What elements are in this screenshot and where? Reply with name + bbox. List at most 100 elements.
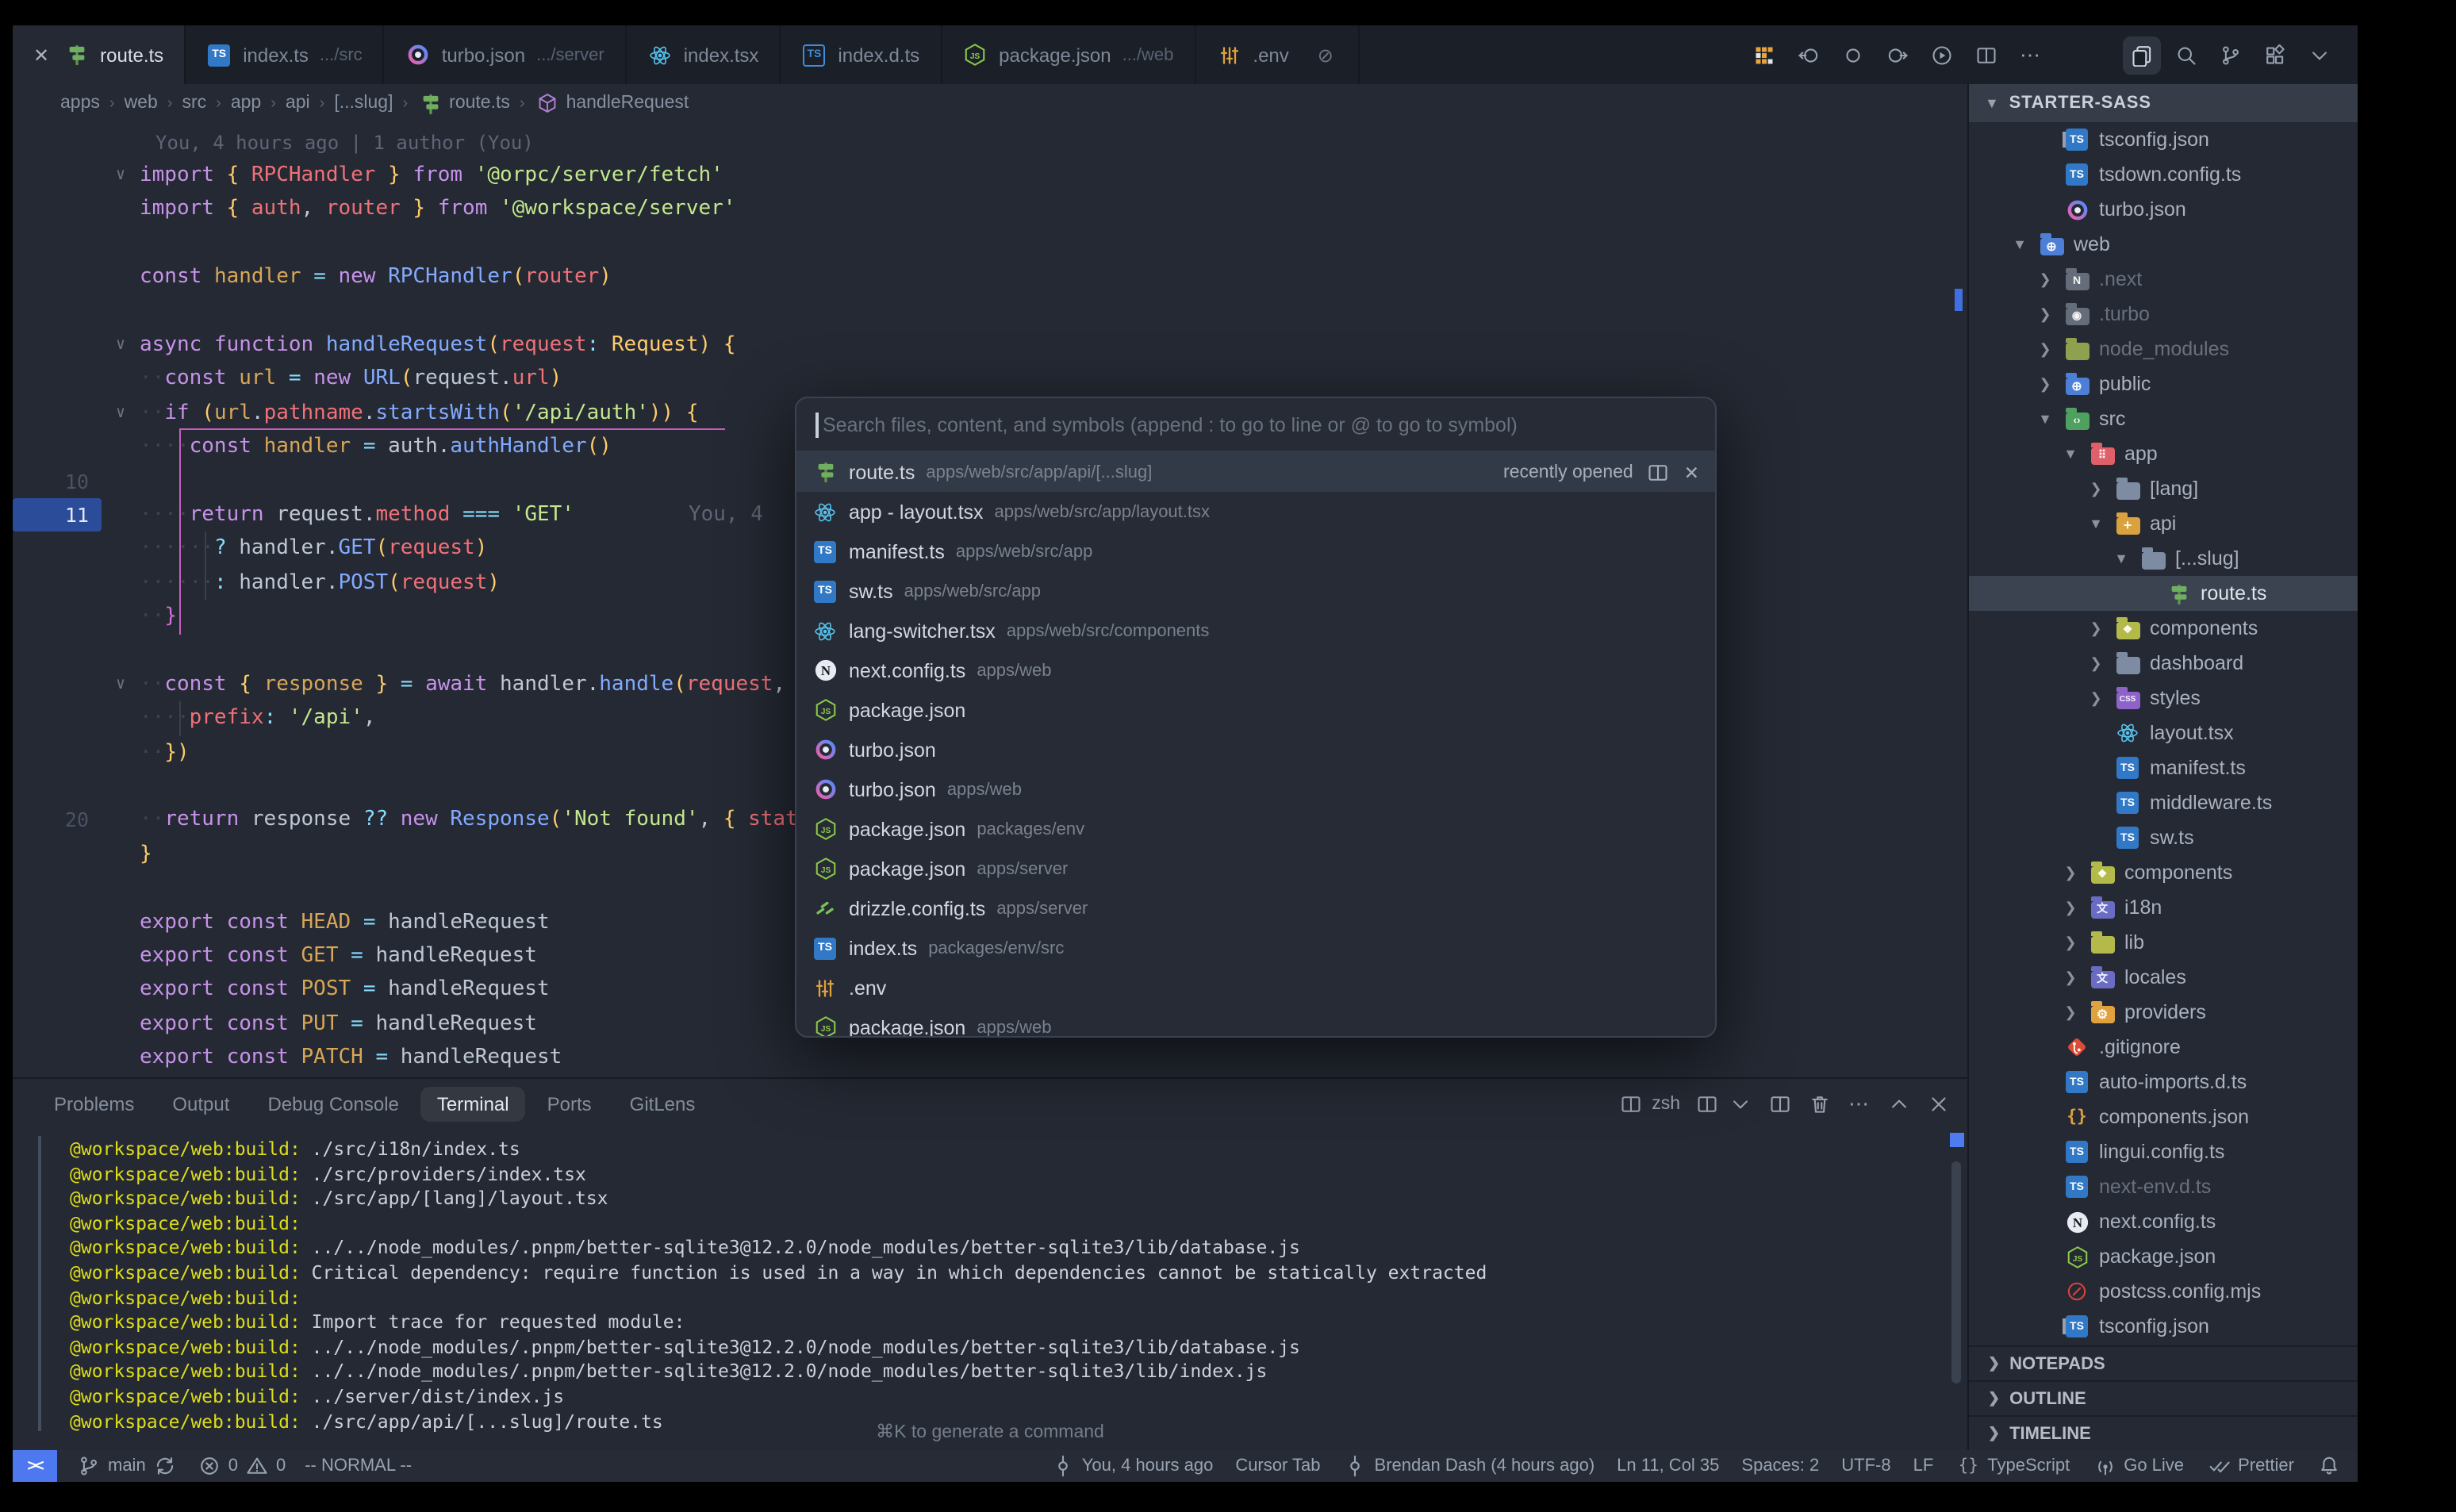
activity-source-control-button[interactable]	[2212, 36, 2250, 74]
grid-orange-button[interactable]	[1745, 36, 1783, 74]
code-line[interactable]: ∨async function handleRequest(request: R…	[13, 328, 1967, 363]
tab-index.tsx[interactable]: index.tsx	[627, 25, 781, 84]
close-panel-button[interactable]	[1926, 1092, 1951, 1117]
tree-item-providers[interactable]: ❯⚙providers	[1969, 995, 2358, 1030]
tree-item-[...slug][interactable]: ▼[...slug]	[1969, 541, 2358, 576]
tree-item-tsconfig.json[interactable]: TStsconfig.json	[1969, 1309, 2358, 1344]
quick-open-item-package.json[interactable]: JSpackage.jsonpackages/env	[796, 809, 1715, 849]
panel-tab-debug-console[interactable]: Debug Console	[251, 1087, 414, 1122]
terminal[interactable]: @workspace/web:build: ./src/i18n/index.t…	[13, 1130, 1967, 1450]
activity-chevron-down-button[interactable]	[2301, 36, 2339, 74]
tree-item-next-env.d.ts[interactable]: TSnext-env.d.ts	[1969, 1169, 2358, 1204]
result-close-icon[interactable]: ✕	[1684, 461, 1699, 483]
tree-item-lingui.config.ts[interactable]: TSlingui.config.ts	[1969, 1134, 2358, 1169]
quick-open-item-package.json[interactable]: JSpackage.jsonapps/web	[796, 1007, 1715, 1038]
quick-open-item-.env[interactable]: .env	[796, 968, 1715, 1007]
quick-open-item-drizzle.config.ts[interactable]: drizzle.config.tsapps/server	[796, 888, 1715, 928]
code-line[interactable]	[13, 294, 1967, 328]
remote-indicator[interactable]: ><	[13, 1450, 57, 1482]
quick-open-input[interactable]: Search files, content, and symbols (appe…	[796, 398, 1715, 452]
tree-item-components[interactable]: ❯❖components	[1969, 611, 2358, 646]
status-bell[interactable]	[2316, 1453, 2342, 1479]
breadcrumb-item-apps[interactable]: apps	[60, 94, 100, 113]
tree-item-components.json[interactable]: {}components.json	[1969, 1099, 2358, 1134]
more-button[interactable]: ⋯	[2012, 36, 2050, 74]
nav-back-button[interactable]	[1790, 36, 1828, 74]
breadcrumb-item-route.ts[interactable]: route.ts	[417, 90, 510, 116]
sidebar-section-notepads[interactable]: ❯NOTEPADS	[1969, 1345, 2358, 1380]
tree-item-lib[interactable]: ❯lib	[1969, 925, 2358, 960]
quick-open-item-sw.ts[interactable]: TSsw.tsapps/web/src/app	[796, 571, 1715, 611]
maximize-panel-button[interactable]	[1886, 1092, 1912, 1117]
status-branch[interactable]: main	[76, 1453, 178, 1479]
quick-open-item-package.json[interactable]: JSpackage.jsonapps/server	[796, 849, 1715, 888]
quick-open-item-manifest.ts[interactable]: TSmanifest.tsapps/web/src/app	[796, 532, 1715, 571]
tree-item-auto-imports.d.ts[interactable]: TSauto-imports.d.ts	[1969, 1065, 2358, 1099]
tree-item-tsdown.config.ts[interactable]: TStsdown.config.ts	[1969, 157, 2358, 192]
tree-item-web[interactable]: ▼⊕web	[1969, 227, 2358, 262]
tab-.env[interactable]: .env⊘	[1195, 25, 1360, 84]
quick-open-item-route.ts[interactable]: route.tsapps/web/src/app/api/[...slug]re…	[796, 452, 1715, 492]
explorer-header[interactable]: ▼ STARTER-SASS	[1969, 84, 2358, 122]
fold-chevron-icon[interactable]: ∨	[102, 336, 140, 354]
code-line[interactable]: ··const url = new URL(request.url)	[13, 363, 1967, 397]
fold-chevron-icon[interactable]: ∨	[102, 676, 140, 693]
tree-item-public[interactable]: ❯⊕public	[1969, 366, 2358, 401]
activity-files-button[interactable]	[2123, 36, 2161, 74]
tree-item-package.json[interactable]: JSpackage.json	[1969, 1239, 2358, 1274]
tree-item-.turbo[interactable]: ❯◉.turbo	[1969, 297, 2358, 332]
tree-item-route.ts[interactable]: route.ts	[1969, 576, 2358, 611]
tab-index.ts[interactable]: TSindex.ts.../src	[186, 25, 385, 84]
tree-item-sw.ts[interactable]: TSsw.ts	[1969, 820, 2358, 855]
breadcrumb-item-[...slug][interactable]: [...slug]	[334, 94, 393, 113]
sidebar-section-outline[interactable]: ❯OUTLINE	[1969, 1380, 2358, 1415]
tab-index.d.ts[interactable]: TSindex.d.ts	[781, 25, 942, 84]
code-line[interactable]: export const PATCH = handleRequest	[13, 1041, 1967, 1075]
tab-turbo.json[interactable]: turbo.json.../server	[385, 25, 627, 84]
tree-item-tsconfig.json[interactable]: TStsconfig.json	[1969, 122, 2358, 157]
tree-item-locales[interactable]: ❯文locales	[1969, 960, 2358, 995]
tree-item-.next[interactable]: ❯N.next	[1969, 262, 2358, 297]
tree-item-postcss.config.mjs[interactable]: postcss.config.mjs	[1969, 1274, 2358, 1309]
activity-extensions-button[interactable]	[2256, 36, 2294, 74]
panel-tab-output[interactable]: Output	[156, 1087, 245, 1122]
nav-circle-button[interactable]	[1834, 36, 1872, 74]
terminal-scrollbar[interactable]	[1951, 1161, 1961, 1383]
fold-chevron-icon[interactable]: ∨	[102, 167, 140, 184]
panel-tab-gitlens[interactable]: GitLens	[614, 1087, 712, 1122]
tree-item-api[interactable]: ▼+api	[1969, 506, 2358, 541]
kill-terminal-button[interactable]	[1807, 1092, 1832, 1117]
status-you-4-hours-ago[interactable]: You, 4 hours ago	[1050, 1453, 1214, 1479]
tree-item-node_modules[interactable]: ❯node_modules	[1969, 332, 2358, 366]
quick-open-item-package.json[interactable]: JSpackage.json	[796, 690, 1715, 730]
breadcrumb-item-api[interactable]: api	[286, 94, 310, 113]
panel-tab-ports[interactable]: Ports	[531, 1087, 608, 1122]
quick-open-item-lang-switcher.tsx[interactable]: lang-switcher.tsxapps/web/src/components	[796, 611, 1715, 650]
status-go-live[interactable]: Go Live	[2092, 1453, 2184, 1479]
quick-open-item-index.ts[interactable]: TSindex.tspackages/env/src	[796, 928, 1715, 968]
status-ln-11-col-35[interactable]: Ln 11, Col 35	[1617, 1456, 1719, 1476]
tab-close-icon[interactable]: ✕	[33, 44, 49, 66]
run-button[interactable]	[1923, 36, 1961, 74]
split-terminal-button[interactable]	[1767, 1092, 1793, 1117]
tree-item-styles[interactable]: ❯CSSstyles	[1969, 681, 2358, 716]
split-editor-button[interactable]	[1967, 36, 2005, 74]
quick-open-item-turbo.json[interactable]: turbo.jsonapps/web	[796, 769, 1715, 809]
quick-open-item-turbo.json[interactable]: turbo.json	[796, 730, 1715, 769]
code-line[interactable]: const handler = new RPCHandler(router)	[13, 260, 1967, 294]
tree-item-dashboard[interactable]: ❯dashboard	[1969, 646, 2358, 681]
breadcrumb-item-src[interactable]: src	[182, 94, 206, 113]
sidebar-section-timeline[interactable]: ❯TIMELINE	[1969, 1415, 2358, 1450]
tree-item-i18n[interactable]: ❯文i18n	[1969, 890, 2358, 925]
terminal-instance[interactable]: zsh	[1618, 1092, 1680, 1117]
tab-route.ts[interactable]: ✕route.ts	[13, 25, 186, 84]
tree-item-components[interactable]: ❯❖components	[1969, 855, 2358, 890]
tree-item-[lang][interactable]: ❯[lang]	[1969, 471, 2358, 506]
tree-item-app[interactable]: ▼⠿app	[1969, 436, 2358, 471]
tree-item-layout.tsx[interactable]: layout.tsx	[1969, 716, 2358, 750]
status-brendan-dash-4-hours-ago-[interactable]: Brendan Dash (4 hours ago)	[1343, 1453, 1595, 1479]
status-lf[interactable]: LF	[1913, 1456, 1934, 1476]
breadcrumb-item-web[interactable]: web	[125, 94, 158, 113]
status-utf-8[interactable]: UTF-8	[1841, 1456, 1890, 1476]
tab-package.json[interactable]: JSpackage.json.../web	[942, 25, 1195, 84]
